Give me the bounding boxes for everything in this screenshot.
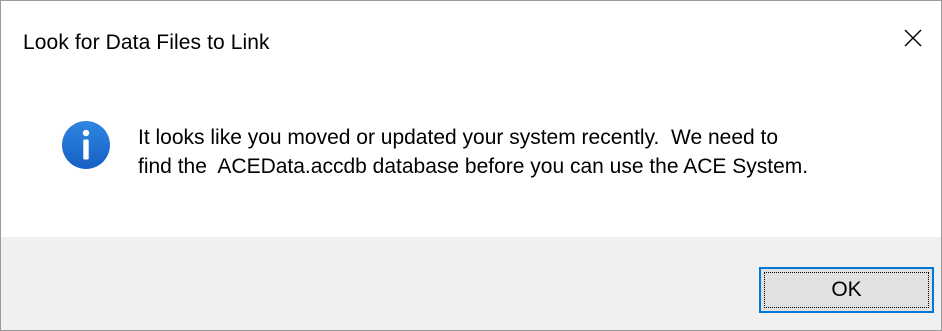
information-icon [61,120,111,170]
message-text: It looks like you moved or updated your … [138,123,918,181]
close-icon [904,29,922,47]
ok-button[interactable]: OK [759,267,934,313]
message-line-1: It looks like you moved or updated your … [138,126,779,149]
message-dialog: Look for Data Files to Link It looks lik… [0,0,942,331]
title-bar[interactable]: Look for Data Files to Link [1,1,941,79]
ok-button-label: OK [831,278,862,301]
message-line-2: find the ACEData.accdb database before y… [138,155,809,178]
close-button[interactable] [885,15,941,61]
dialog-content: It looks like you moved or updated your … [1,79,941,237]
button-bar: OK [1,237,941,330]
dialog-title: Look for Data Files to Link [23,31,270,54]
